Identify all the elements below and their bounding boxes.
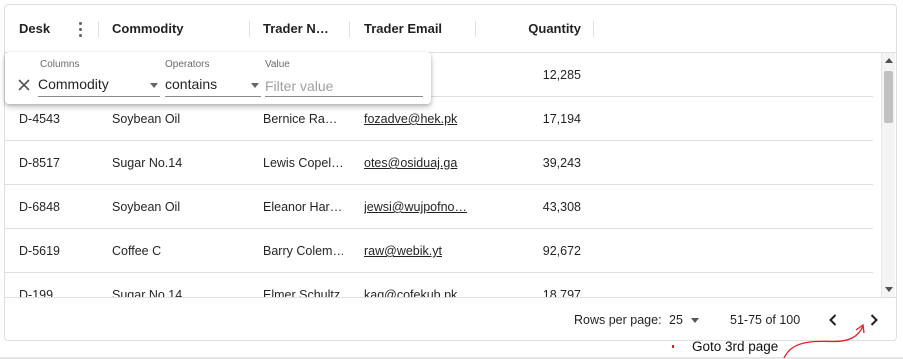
filter-value-field[interactable]: [265, 75, 423, 97]
cell-quantity: 92,672: [542, 244, 581, 258]
cell-commodity: Soybean Oil: [112, 200, 181, 214]
vertical-scrollbar[interactable]: [881, 53, 895, 297]
cell-trader-name: Elmer Schultz: [263, 288, 341, 297]
cell-trader-name: Lewis Copel…: [263, 156, 343, 170]
cell-quantity: 39,243: [542, 156, 581, 170]
cell-quantity: 17,194: [542, 112, 581, 126]
column-separator[interactable]: [475, 21, 476, 37]
chevron-down-icon: [251, 83, 259, 88]
scroll-up-arrow-icon[interactable]: [885, 58, 893, 63]
column-header-quantity[interactable]: Quantity: [481, 5, 581, 53]
column-header-desk[interactable]: Desk: [19, 5, 50, 53]
filter-columns-label: Columns: [40, 59, 80, 70]
cell-trader-email[interactable]: kag@cofekub.pk: [364, 273, 469, 297]
close-icon[interactable]: [17, 78, 31, 92]
column-separator[interactable]: [98, 21, 99, 37]
cell-quantity: 18,797: [542, 288, 581, 297]
cell-trader-name: Eleanor Har…: [263, 200, 343, 214]
column-separator[interactable]: [249, 21, 250, 37]
rows-per-page-caret-icon[interactable]: [691, 318, 699, 323]
column-header-commodity[interactable]: Commodity: [112, 5, 184, 53]
filter-value-input[interactable]: [265, 75, 423, 96]
filter-columns-select[interactable]: Commodity: [38, 75, 160, 97]
annotation-arrow-icon: [783, 323, 865, 359]
filter-operators-label: Operators: [165, 59, 210, 70]
cell-trader-email[interactable]: otes@osiduaj.ga: [364, 141, 469, 185]
annotation-mark: [672, 345, 674, 348]
grid-footer: Rows per page: 25 51-75 of 100: [5, 297, 896, 340]
column-menu-kebab-icon[interactable]: [77, 19, 85, 39]
table-row[interactable]: D-199 Sugar No.14 Elmer Schultz kag@cofe…: [5, 273, 873, 297]
filter-operators-select[interactable]: contains: [165, 75, 261, 97]
cell-quantity: 12,285: [542, 68, 581, 82]
cell-desk: D-6848: [19, 200, 60, 214]
filter-panel: Columns Commodity Operators contains Val…: [5, 52, 431, 104]
cell-commodity: Sugar No.14: [112, 156, 183, 170]
filter-columns-value: Commodity: [38, 76, 109, 92]
annotation-text: Goto 3rd page: [692, 339, 779, 354]
cell-quantity: 43,308: [542, 200, 581, 214]
column-header-trader-name[interactable]: Trader N…: [263, 5, 329, 53]
column-separator[interactable]: [593, 21, 594, 37]
rows-per-page-label: Rows per page:: [574, 313, 662, 327]
cell-trader-email[interactable]: raw@webik.yt: [364, 229, 469, 273]
cell-commodity: Sugar No.14: [112, 288, 183, 297]
cell-desk: D-199: [19, 288, 54, 297]
chevron-down-icon: [150, 83, 158, 88]
scrollbar-thumb[interactable]: [884, 71, 893, 123]
scroll-down-arrow-icon[interactable]: [885, 287, 893, 292]
rows-per-page-select[interactable]: 25: [669, 298, 683, 340]
cell-desk: D-5619: [19, 244, 60, 258]
filter-value-label: Value: [265, 59, 290, 70]
filter-operators-value: contains: [165, 76, 218, 92]
cell-commodity: Coffee C: [112, 244, 162, 258]
cell-desk: D-8517: [19, 156, 60, 170]
table-row[interactable]: D-8517 Sugar No.14 Lewis Copel… otes@osi…: [5, 141, 873, 185]
table-row[interactable]: D-5619 Coffee C Barry Colem… raw@webik.y…: [5, 229, 873, 273]
cell-trader-name: Barry Colem…: [263, 244, 343, 258]
column-separator[interactable]: [349, 21, 350, 37]
column-header-trader-email[interactable]: Trader Email: [364, 5, 442, 53]
grid-header: Desk Commodity Trader N… Trader Email Qu…: [5, 5, 896, 53]
cell-trader-email[interactable]: jewsi@wujpofno…: [364, 185, 469, 229]
table-row[interactable]: D-6848 Soybean Oil Eleanor Har… jewsi@wu…: [5, 185, 873, 229]
